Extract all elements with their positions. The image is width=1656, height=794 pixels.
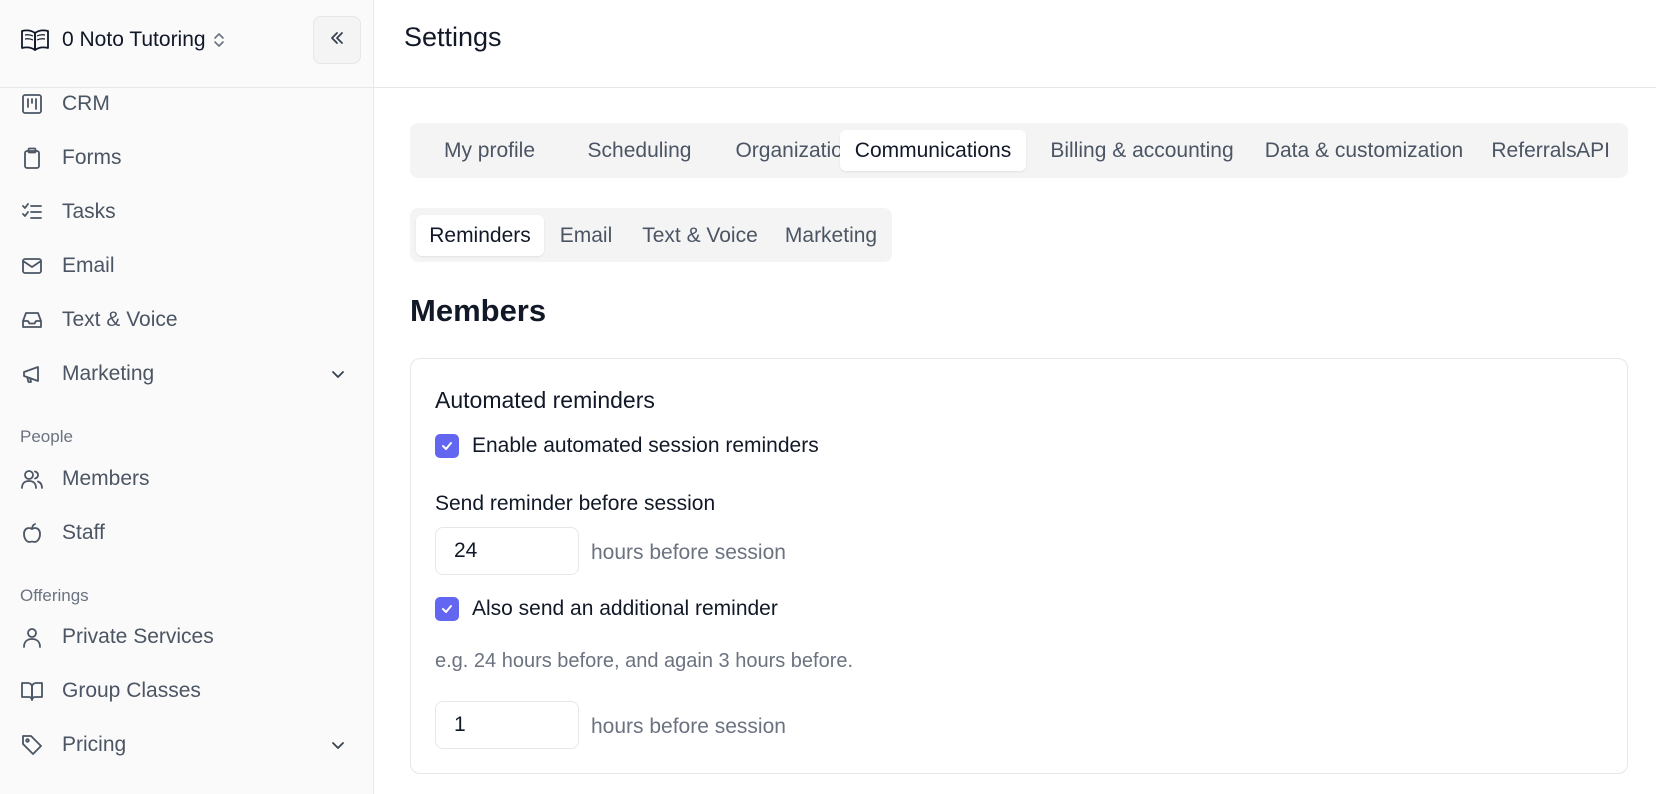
sidebar-item-label: Email: [62, 254, 115, 277]
sidebar-item-label: Private Services: [62, 625, 214, 648]
sidebar-item-email[interactable]: Email: [20, 246, 350, 286]
user-icon: [20, 625, 44, 649]
subtab-text-voice[interactable]: Text & Voice: [629, 215, 771, 256]
sidebar: 0 Noto Tutoring CRM Forms Tasks Email Te…: [0, 0, 374, 794]
card-title: Automated reminders: [435, 387, 655, 413]
section-label-people: People: [20, 427, 73, 446]
sidebar-item-label: CRM: [62, 92, 110, 115]
list-checks-icon: [20, 200, 44, 224]
subtab-reminders[interactable]: Reminders: [416, 215, 544, 256]
apple-icon: [20, 521, 44, 545]
enable-reminders-label: Enable automated session reminders: [472, 434, 819, 457]
tab-billing-accounting[interactable]: Billing & accounting: [1035, 130, 1249, 171]
sidebar-item-crm[interactable]: CRM: [20, 84, 350, 124]
automated-reminders-card: Automated reminders Enable automated ses…: [410, 358, 1628, 774]
tab-communications[interactable]: Communications: [840, 130, 1026, 171]
book-logo-icon: [20, 26, 50, 54]
mail-icon: [20, 254, 44, 278]
tab-scheduling[interactable]: Scheduling: [567, 130, 712, 171]
sidebar-item-staff[interactable]: Staff: [20, 513, 350, 553]
sidebar-item-label: Pricing: [62, 733, 127, 756]
main-content: Settings My profile Scheduling Organizat…: [374, 0, 1656, 794]
inbox-icon: [20, 308, 44, 332]
chevron-down-icon[interactable]: [326, 733, 350, 757]
sidebar-item-label: Group Classes: [62, 679, 201, 702]
settings-tabs: My profile Scheduling Organization Commu…: [410, 123, 1628, 178]
sidebar-item-forms[interactable]: Forms: [20, 138, 350, 178]
hours-suffix: hours before session: [591, 541, 786, 564]
main-header: Settings: [374, 0, 1656, 88]
sidebar-item-label: Staff: [62, 521, 105, 544]
additional-reminder-checkbox-row[interactable]: Also send an additional reminder: [435, 596, 778, 622]
book-open-icon: [20, 679, 44, 703]
sidebar-item-group-classes[interactable]: Group Classes: [20, 671, 350, 711]
subtab-marketing[interactable]: Marketing: [776, 215, 886, 256]
chevrons-up-down-icon: [212, 31, 226, 49]
additional-reminder-label: Also send an additional reminder: [472, 597, 778, 620]
sidebar-item-private-services[interactable]: Private Services: [20, 617, 350, 657]
sidebar-item-label: Members: [62, 467, 150, 490]
section-title: Members: [410, 293, 547, 328]
tab-my-profile[interactable]: My profile: [418, 130, 561, 171]
sidebar-item-label: Text & Voice: [62, 308, 178, 331]
sidebar-item-text-voice[interactable]: Text & Voice: [20, 300, 350, 340]
additional-hours-suffix: hours before session: [591, 715, 786, 738]
enable-reminders-checkbox[interactable]: [435, 434, 459, 458]
megaphone-icon: [20, 362, 44, 386]
chevrons-left-icon: [327, 28, 347, 53]
collapse-sidebar-button[interactable]: [313, 16, 361, 64]
clipboard-icon: [20, 146, 44, 170]
tab-api[interactable]: API: [1566, 130, 1620, 171]
additional-reminder-hint: e.g. 24 hours before, and again 3 hours …: [435, 650, 854, 672]
sidebar-item-marketing[interactable]: Marketing: [20, 354, 350, 394]
tab-data-customization[interactable]: Data & customization: [1255, 130, 1473, 171]
check-icon: [442, 442, 452, 450]
enable-reminders-checkbox-row[interactable]: Enable automated session reminders: [435, 433, 819, 459]
sidebar-item-pricing[interactable]: Pricing: [20, 725, 350, 765]
tag-icon: [20, 733, 44, 757]
sidebar-item-members[interactable]: Members: [20, 459, 350, 499]
section-label-offerings: Offerings: [20, 586, 89, 605]
hours-before-input[interactable]: [435, 527, 579, 575]
sidebar-item-label: Tasks: [62, 200, 116, 223]
check-icon: [442, 605, 452, 613]
additional-reminder-checkbox[interactable]: [435, 597, 459, 621]
sidebar-item-label: Forms: [62, 146, 122, 169]
additional-hours-input[interactable]: [435, 701, 579, 749]
users-icon: [20, 467, 44, 491]
subtab-email[interactable]: Email: [549, 215, 623, 256]
page-title: Settings: [404, 22, 502, 52]
org-switcher[interactable]: 0 Noto Tutoring: [20, 24, 226, 56]
send-before-label: Send reminder before session: [435, 492, 716, 515]
sidebar-item-label: Marketing: [62, 362, 155, 385]
sidebar-header: 0 Noto Tutoring: [0, 0, 373, 88]
chevron-down-icon[interactable]: [326, 362, 350, 386]
kanban-icon: [20, 92, 44, 116]
communications-subtabs: Reminders Email Text & Voice Marketing: [410, 208, 892, 262]
org-name: 0 Noto Tutoring: [62, 28, 206, 51]
sidebar-item-tasks[interactable]: Tasks: [20, 192, 350, 232]
